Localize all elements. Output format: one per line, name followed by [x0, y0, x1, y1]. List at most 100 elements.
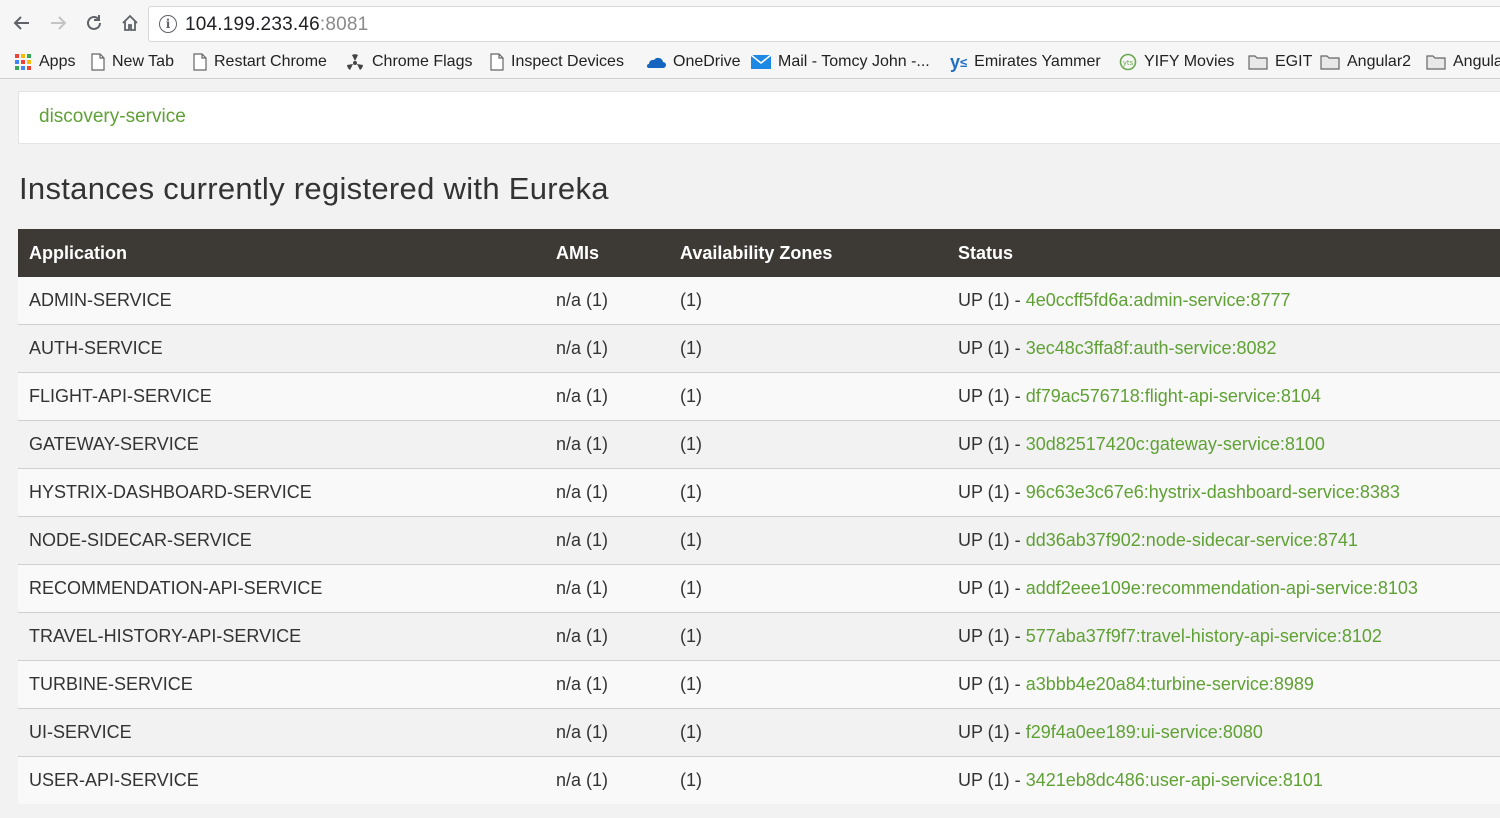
- brand-link[interactable]: discovery-service: [39, 106, 186, 128]
- bookmark-mail[interactable]: Mail - Tomcy John -...: [751, 50, 930, 74]
- status-cell: UP (1) - 96c63e3c67e6:hystrix-dashboard-…: [947, 468, 1500, 517]
- bookmark-inspect-devices[interactable]: Inspect Devices: [490, 50, 624, 74]
- app-navbar: discovery-service: [18, 91, 1500, 144]
- table-row: AUTH-SERVICE n/a (1) (1) UP (1) - 3ec48c3ff…: [18, 324, 1500, 373]
- instance-link[interactable]: 3ec48c3ffa8f:auth-service:8082: [1026, 338, 1277, 358]
- bookmark-label: Chrome Flags: [372, 53, 473, 70]
- table-row: NODE-SIDECAR-SERVICE n/a (1) (1) UP (1) - d…: [18, 516, 1500, 565]
- status-cell: UP (1) - 3421eb8dc486:user-api-service:8…: [947, 756, 1500, 804]
- bookmark-label: Apps: [39, 53, 76, 70]
- url-text: 104.199.233.46:8081: [185, 14, 368, 36]
- status-cell: UP (1) - 577aba37f9f7:travel-history-api…: [947, 612, 1500, 661]
- instance-link[interactable]: 577aba37f9f7:travel-history-api-service:…: [1026, 626, 1382, 646]
- instance-link[interactable]: 30d82517420c:gateway-service:8100: [1026, 434, 1325, 454]
- column-header-application: Application: [18, 229, 545, 277]
- status-text: UP (1) -: [958, 386, 1026, 406]
- home-icon[interactable]: [117, 10, 143, 36]
- instance-link[interactable]: dd36ab37f902:node-sidecar-service:8741: [1026, 530, 1358, 550]
- cloud-icon: [644, 54, 666, 70]
- apps-grid-icon: [14, 53, 32, 71]
- amis-cell: n/a (1): [545, 420, 669, 469]
- bookmark-label: Angular2: [1347, 53, 1412, 70]
- folder-icon: [1426, 54, 1446, 70]
- bookmark-label: Mail - Tomcy John -...: [778, 53, 930, 70]
- bookmark-label: YIFY Movies: [1144, 53, 1235, 70]
- amis-cell: n/a (1): [545, 516, 669, 565]
- amis-cell: n/a (1): [545, 468, 669, 517]
- column-header-availability-zones: Availability Zones: [669, 229, 947, 277]
- folder-icon: [1320, 54, 1340, 70]
- bookmark-label: Inspect Devices: [511, 53, 624, 70]
- bookmark-onedrive[interactable]: OneDrive: [644, 50, 741, 74]
- bookmark-angular2[interactable]: Angular2: [1320, 50, 1411, 74]
- app-name-cell: AUTH-SERVICE: [18, 324, 545, 373]
- status-cell: UP (1) - a3bbb4e20a84:turbine-service:89…: [947, 660, 1500, 709]
- page-icon: [490, 53, 504, 71]
- amis-cell: n/a (1): [545, 612, 669, 661]
- mail-icon: [751, 54, 771, 70]
- instance-link[interactable]: f29f4a0ee189:ui-service:8080: [1026, 722, 1263, 742]
- site-info-icon[interactable]: i: [159, 15, 177, 33]
- instance-link[interactable]: 96c63e3c67e6:hystrix-dashboard-service:8…: [1026, 482, 1400, 502]
- amis-cell: n/a (1): [545, 660, 669, 709]
- column-header-amis: AMIs: [545, 229, 669, 277]
- radiation-icon: [345, 52, 365, 72]
- bookmark-apps[interactable]: Apps: [14, 50, 75, 74]
- bookmark-yify-movies[interactable]: yts YIFY Movies: [1119, 50, 1234, 74]
- app-name-cell: GATEWAY-SERVICE: [18, 420, 545, 469]
- instances-table: Application AMIs Availability Zones Stat…: [18, 229, 1500, 804]
- status-cell: UP (1) - dd36ab37f902:node-sidecar-servi…: [947, 516, 1500, 565]
- page-icon: [91, 53, 105, 71]
- forward-arrow-icon[interactable]: [45, 10, 71, 36]
- app-name-cell: UI-SERVICE: [18, 708, 545, 757]
- availability-zones-cell: (1): [669, 660, 947, 709]
- amis-cell: n/a (1): [545, 372, 669, 421]
- table-row: TRAVEL-HISTORY-API-SERVICE n/a (1) (1) UP (…: [18, 612, 1500, 661]
- status-text: UP (1) -: [958, 578, 1026, 598]
- availability-zones-cell: (1): [669, 564, 947, 613]
- back-arrow-icon[interactable]: [9, 10, 35, 36]
- url-host: 104.199.233.46: [185, 14, 320, 35]
- table-row: RECOMMENDATION-API-SERVICE n/a (1) (1) UP (…: [18, 564, 1500, 613]
- bookmark-new-tab[interactable]: New Tab: [91, 50, 174, 74]
- instance-link[interactable]: 3421eb8dc486:user-api-service:8101: [1026, 770, 1323, 790]
- table-row: ADMIN-SERVICE n/a (1) (1) UP (1) - 4e0ccff5…: [18, 277, 1500, 325]
- bookmark-label: Angula: [1453, 53, 1500, 70]
- column-header-status: Status: [947, 229, 1500, 277]
- bookmarks-bar: Apps New Tab Restart Chrome Chrome Flags…: [0, 45, 1500, 79]
- status-text: UP (1) -: [958, 626, 1026, 646]
- reload-icon[interactable]: [81, 10, 107, 36]
- app-name-cell: FLIGHT-API-SERVICE: [18, 372, 545, 421]
- status-cell: UP (1) - f29f4a0ee189:ui-service:8080: [947, 708, 1500, 757]
- app-name-cell: HYSTRIX-DASHBOARD-SERVICE: [18, 468, 545, 517]
- page-content: discovery-service Instances currently re…: [0, 79, 1500, 818]
- bookmark-emirates-yammer[interactable]: y ≤ Emirates Yammer: [950, 50, 1101, 74]
- app-name-cell: ADMIN-SERVICE: [18, 277, 545, 325]
- bookmark-label: EGIT: [1275, 53, 1313, 70]
- status-cell: UP (1) - 30d82517420c:gateway-service:81…: [947, 420, 1500, 469]
- address-bar[interactable]: i 104.199.233.46:8081: [148, 6, 1500, 42]
- amis-cell: n/a (1): [545, 564, 669, 613]
- table-row: HYSTRIX-DASHBOARD-SERVICE n/a (1) (1) UP (1…: [18, 468, 1500, 517]
- status-text: UP (1) -: [958, 338, 1026, 358]
- bookmark-chrome-flags[interactable]: Chrome Flags: [345, 50, 472, 74]
- page-icon: [193, 53, 207, 71]
- bookmark-angula[interactable]: Angula: [1426, 50, 1500, 74]
- bookmark-label: OneDrive: [673, 53, 741, 70]
- instance-link[interactable]: df79ac576718:flight-api-service:8104: [1026, 386, 1321, 406]
- status-text: UP (1) -: [958, 434, 1026, 454]
- instance-link[interactable]: 4e0ccff5fd6a:admin-service:8777: [1026, 290, 1291, 310]
- instance-link[interactable]: addf2eee109e:recommendation-api-service:…: [1026, 578, 1418, 598]
- status-cell: UP (1) - df79ac576718:flight-api-service…: [947, 372, 1500, 421]
- app-name-cell: USER-API-SERVICE: [18, 756, 545, 804]
- status-text: UP (1) -: [958, 674, 1026, 694]
- bookmark-restart-chrome[interactable]: Restart Chrome: [193, 50, 327, 74]
- bookmark-label: Restart Chrome: [214, 53, 327, 70]
- availability-zones-cell: (1): [669, 324, 947, 373]
- availability-zones-cell: (1): [669, 516, 947, 565]
- bookmark-egit[interactable]: EGIT: [1248, 50, 1312, 74]
- table-header-row: Application AMIs Availability Zones Stat…: [18, 229, 1500, 277]
- table-row: TURBINE-SERVICE n/a (1) (1) UP (1) - a3bbb4…: [18, 660, 1500, 709]
- status-cell: UP (1) - 3ec48c3ffa8f:auth-service:8082: [947, 324, 1500, 373]
- instance-link[interactable]: a3bbb4e20a84:turbine-service:8989: [1026, 674, 1314, 694]
